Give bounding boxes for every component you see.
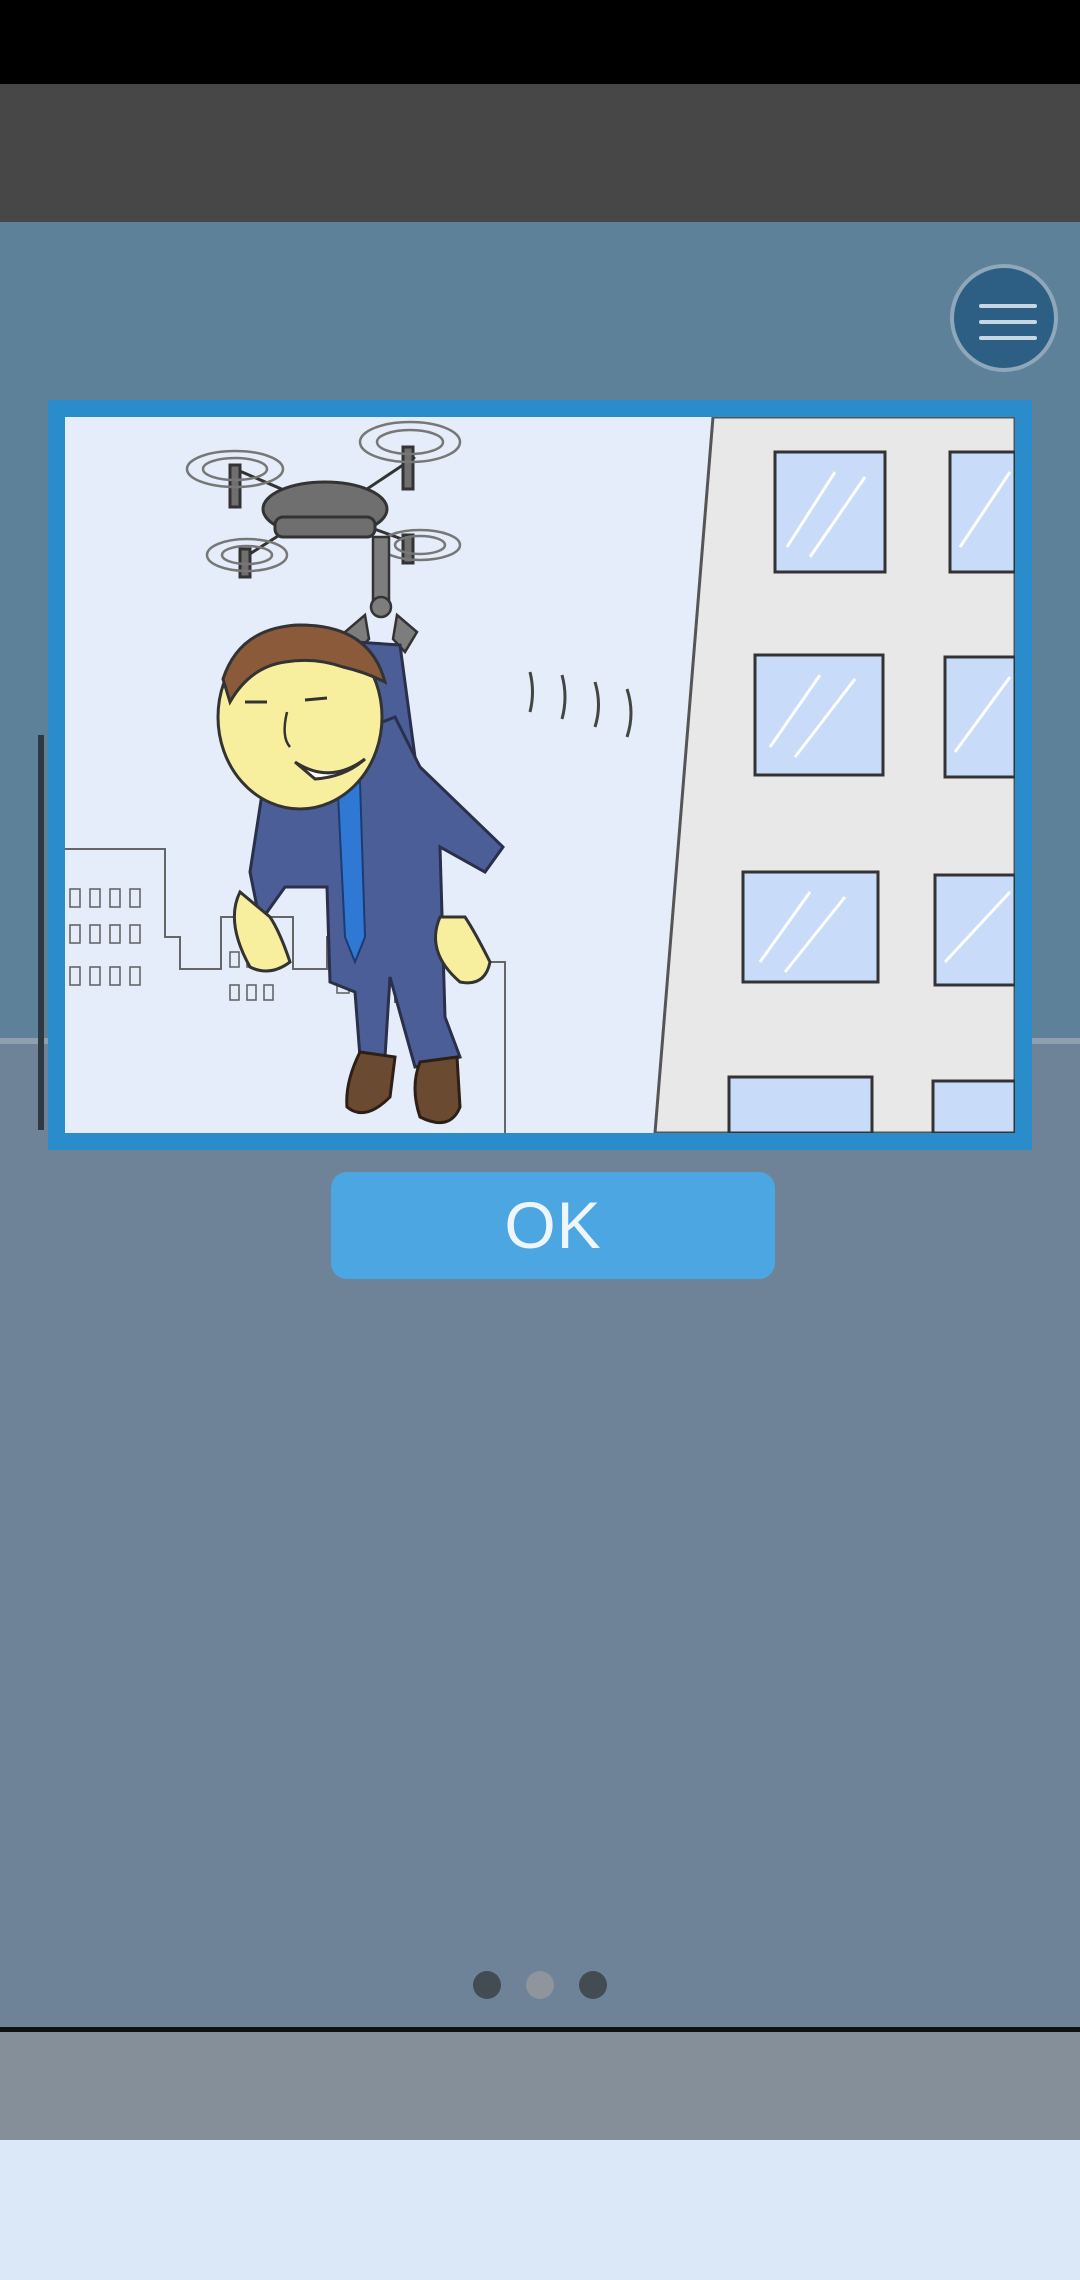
top-bar [0, 84, 1080, 222]
bottom-bar [0, 2032, 1080, 2140]
left-edge-bar [38, 735, 44, 1130]
page-indicator-dot-1[interactable] [473, 1971, 501, 1999]
status-bar [0, 0, 1080, 84]
page-indicator-dot-3[interactable] [579, 1971, 607, 1999]
menu-button[interactable] [950, 264, 1058, 372]
ok-button[interactable]: OK [331, 1172, 775, 1279]
salaryman-carried-by-drone-icon [65, 417, 1015, 1133]
navigation-area [0, 2140, 1080, 2280]
hint-dialog [48, 400, 1032, 1150]
page-indicator-dot-2-active[interactable] [526, 1971, 554, 1999]
